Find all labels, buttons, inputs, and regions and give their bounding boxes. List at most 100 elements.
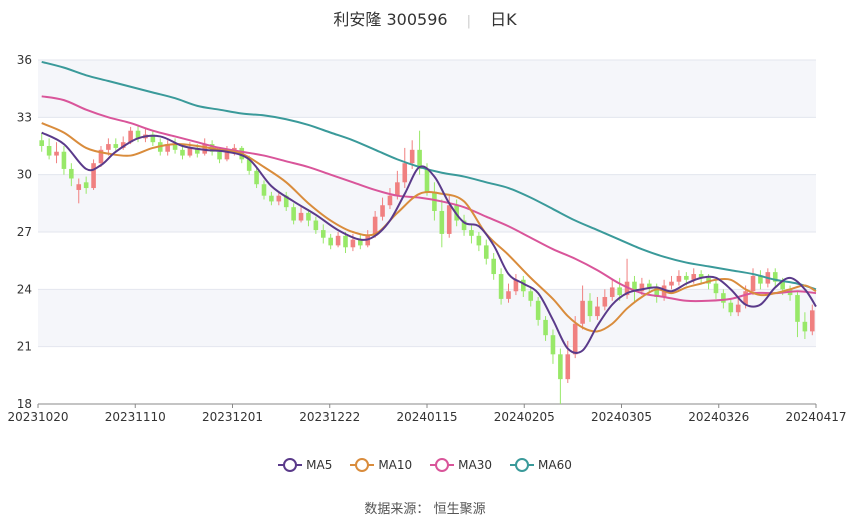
candle-body: [46, 146, 52, 156]
grid-band: [38, 60, 816, 118]
candle-body: [676, 275, 682, 282]
candle-body: [802, 321, 808, 332]
candle-body: [261, 184, 267, 196]
candle-body: [298, 212, 304, 221]
candle-body: [595, 306, 600, 317]
x-tick-label: 20240326: [688, 410, 749, 424]
data-source: 数据来源： 恒生聚源: [0, 498, 850, 517]
candle-body: [476, 235, 482, 246]
candle-body: [54, 151, 59, 156]
candle-body: [580, 300, 585, 324]
legend-label-ma10: MA10: [378, 458, 413, 472]
candle-body: [424, 168, 430, 192]
legend-item-ma60[interactable]: MA60: [510, 458, 572, 472]
candle-body: [609, 287, 615, 297]
candle-body: [217, 151, 222, 160]
y-tick-label: 24: [17, 282, 32, 296]
legend-swatch-ma5: [278, 458, 303, 472]
legend-swatch-ma60: [510, 458, 535, 472]
y-tick-label: 30: [17, 168, 32, 182]
candle-body: [617, 287, 622, 296]
candle-body: [291, 207, 296, 221]
y-tick-label: 33: [17, 110, 32, 124]
source-value: 恒生聚源: [433, 502, 486, 517]
candle-body: [187, 147, 193, 156]
x-tick-label: 20240115: [396, 410, 457, 424]
candle-body: [113, 144, 119, 148]
candle-body: [306, 212, 311, 221]
grid-band: [38, 289, 816, 347]
candle-body: [572, 323, 578, 355]
candle-body: [735, 304, 741, 313]
candle-body: [713, 283, 719, 294]
candle-body: [528, 291, 534, 301]
legend-label-ma30: MA30: [458, 458, 493, 472]
candle-body: [395, 182, 400, 196]
legend-item-ma10[interactable]: MA10: [350, 458, 412, 472]
candle-body: [446, 205, 452, 234]
candle-body: [387, 195, 393, 206]
legend-item-ma5[interactable]: MA5: [278, 458, 332, 472]
candle-body: [669, 281, 674, 286]
candle-body: [483, 245, 489, 259]
candle-body: [91, 163, 96, 189]
candle-body: [721, 293, 726, 303]
candle-body: [39, 140, 45, 146]
candle-body: [795, 295, 800, 322]
candle-body: [69, 168, 74, 179]
candle-body: [409, 149, 415, 164]
candle-body: [728, 302, 734, 313]
candle-body: [313, 220, 319, 231]
candle-body: [335, 235, 341, 246]
x-tick-label: 20231201: [202, 410, 263, 424]
x-tick-label: 20231222: [299, 410, 360, 424]
candle-body: [432, 191, 437, 211]
candle-body: [587, 300, 593, 317]
y-tick-label: 21: [17, 340, 32, 354]
candle-body: [328, 237, 333, 246]
candle-body: [276, 195, 282, 202]
candle-body: [543, 319, 548, 336]
candle-body: [498, 274, 504, 299]
y-tick-label: 18: [17, 397, 32, 411]
x-tick-label: 20240305: [591, 410, 652, 424]
candle-body: [76, 184, 82, 190]
candle-body: [402, 163, 408, 183]
legend-swatch-ma10: [350, 458, 375, 472]
kline-chart: 18 21 24 27 30 33 36 20231020 20231110 20231201 20…: [7, 53, 846, 424]
legend-label-ma5: MA5: [306, 458, 333, 472]
candle-body: [320, 230, 326, 238]
x-tick-label: 20231110: [105, 410, 166, 424]
candle-body: [380, 205, 385, 217]
candle-body: [550, 335, 556, 355]
candle-body: [83, 182, 89, 189]
candle-body: [750, 275, 756, 292]
source-label: 数据来源：: [364, 502, 430, 517]
legend-label-ma60: MA60: [538, 458, 572, 472]
candle-body: [602, 296, 608, 307]
y-tick-label: 27: [17, 225, 32, 239]
candle-body: [343, 235, 348, 248]
x-tick-label: 20231020: [7, 410, 68, 424]
x-tick-label: 20240417: [785, 410, 846, 424]
candle-body: [535, 300, 541, 320]
chart-legend: MA5 MA10 MA30 MA60: [0, 458, 850, 472]
candle-body: [269, 195, 274, 202]
y-tick-label: 36: [17, 53, 32, 67]
legend-item-ma30[interactable]: MA30: [430, 458, 492, 472]
candle-body: [684, 275, 689, 280]
x-tick-label: 20240205: [494, 410, 555, 424]
legend-swatch-ma30: [430, 458, 455, 472]
candle-body: [439, 210, 445, 234]
candle-body: [350, 239, 356, 248]
candle-body: [469, 230, 474, 236]
candle-body: [61, 151, 67, 169]
candle-body: [180, 149, 185, 156]
candle-body: [558, 354, 563, 380]
candle-body: [565, 354, 571, 380]
candle-body: [254, 170, 259, 185]
candle-body: [106, 144, 111, 150]
candle-body: [365, 235, 371, 246]
candle-body: [809, 310, 815, 332]
candle-body: [491, 258, 496, 275]
